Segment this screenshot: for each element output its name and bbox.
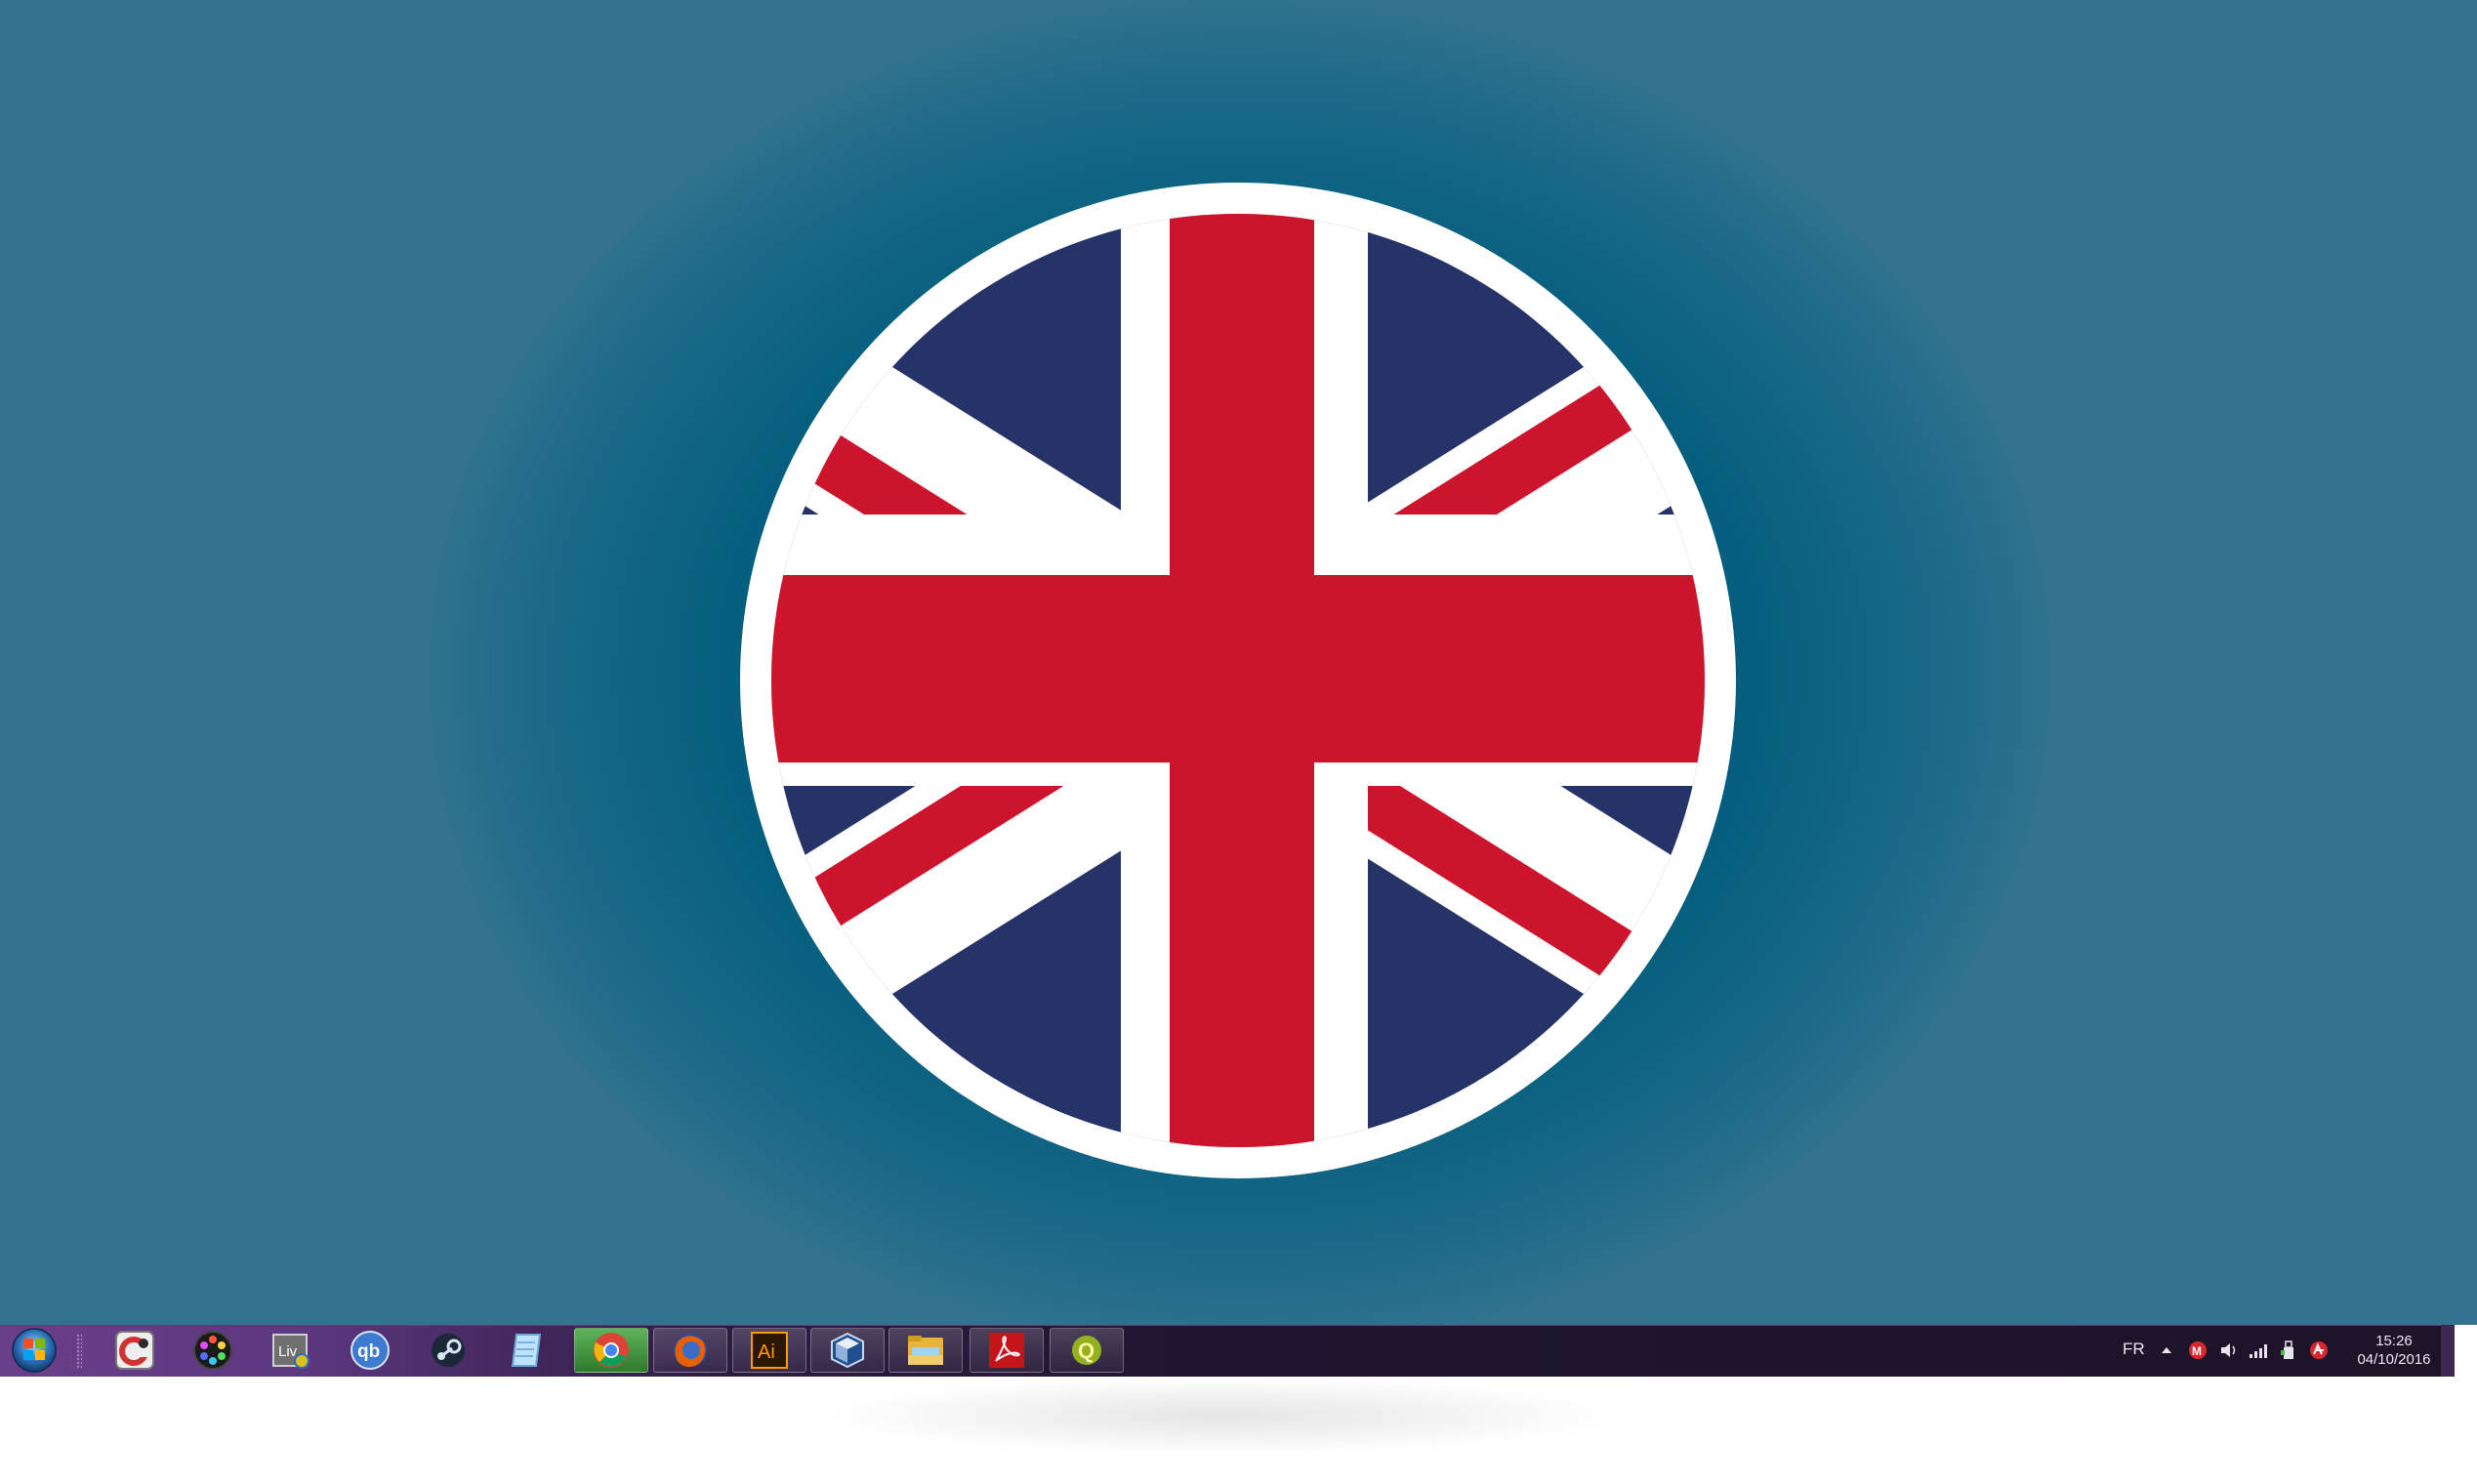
taskbar-edge bbox=[2455, 1325, 2477, 1377]
taskbar-grip[interactable] bbox=[76, 1334, 82, 1369]
svg-text:qb: qb bbox=[357, 1341, 380, 1362]
taskbar-app-live[interactable]: Liv bbox=[254, 1328, 328, 1373]
taskbar-app-illustrator[interactable]: Ai bbox=[732, 1328, 806, 1373]
svg-text:Liv: Liv bbox=[278, 1343, 298, 1360]
firefox-icon bbox=[674, 1334, 707, 1367]
taskbar-app-ccleaner[interactable] bbox=[98, 1328, 172, 1373]
show-hidden-icons-arrow[interactable] bbox=[2160, 1343, 2173, 1357]
ccleaner-icon bbox=[115, 1331, 154, 1370]
taskbar-app-davinci[interactable] bbox=[176, 1328, 250, 1373]
taskbar-app-chrome[interactable] bbox=[574, 1328, 648, 1373]
notepad-icon bbox=[511, 1334, 542, 1367]
file-explorer-icon bbox=[908, 1336, 943, 1365]
taskbar-app-firefox[interactable] bbox=[653, 1328, 727, 1373]
steam-icon bbox=[432, 1334, 465, 1367]
volume-icon[interactable] bbox=[2218, 1340, 2240, 1361]
svg-text:Q: Q bbox=[1078, 1339, 1094, 1363]
start-button[interactable] bbox=[0, 1328, 68, 1373]
usb-device-icon[interactable] bbox=[2279, 1340, 2298, 1361]
uk-flag-badge bbox=[740, 183, 1736, 1178]
badge-reflection-shadow bbox=[820, 1377, 1621, 1455]
desktop-background bbox=[0, 0, 2477, 1325]
mega-icon[interactable]: M bbox=[2187, 1340, 2209, 1361]
clock[interactable]: 15:26 04/10/2016 bbox=[2351, 1332, 2437, 1369]
language-indicator[interactable]: FR bbox=[2123, 1340, 2145, 1359]
windows-live-icon: Liv bbox=[272, 1334, 310, 1369]
davinci-resolve-icon bbox=[193, 1331, 232, 1370]
system-tray: FR M 15:26 04/10/2016 bbox=[2109, 1325, 2441, 1377]
clock-time: 15:26 bbox=[2375, 1333, 2413, 1349]
taskbar-app-acrobat[interactable] bbox=[970, 1328, 1044, 1373]
clock-date: 04/10/2016 bbox=[2357, 1351, 2431, 1368]
taskbar-app-qgis[interactable]: Q bbox=[1050, 1328, 1124, 1373]
taskbar-app-notepad[interactable] bbox=[489, 1328, 563, 1373]
qbittorrent-icon: qb bbox=[351, 1331, 390, 1370]
chrome-icon bbox=[594, 1333, 629, 1368]
avira-icon[interactable] bbox=[2308, 1340, 2330, 1361]
windows-start-orb-icon bbox=[12, 1328, 57, 1373]
svg-text:Ai: Ai bbox=[758, 1341, 775, 1363]
virtualbox-icon bbox=[831, 1332, 864, 1369]
adobe-illustrator-icon: Ai bbox=[751, 1332, 788, 1369]
adobe-acrobat-icon bbox=[989, 1333, 1024, 1368]
taskbar-app-steam[interactable] bbox=[411, 1328, 485, 1373]
taskbar-app-virtualbox[interactable] bbox=[810, 1328, 885, 1373]
network-signal-icon[interactable] bbox=[2248, 1340, 2271, 1361]
taskbar-app-explorer[interactable] bbox=[888, 1328, 963, 1373]
taskbar-app-qbittorrent[interactable]: qb bbox=[333, 1328, 407, 1373]
show-desktop-button[interactable] bbox=[2441, 1325, 2455, 1377]
svg-text:M: M bbox=[2192, 1344, 2202, 1358]
qgis-icon: Q bbox=[1072, 1336, 1101, 1365]
